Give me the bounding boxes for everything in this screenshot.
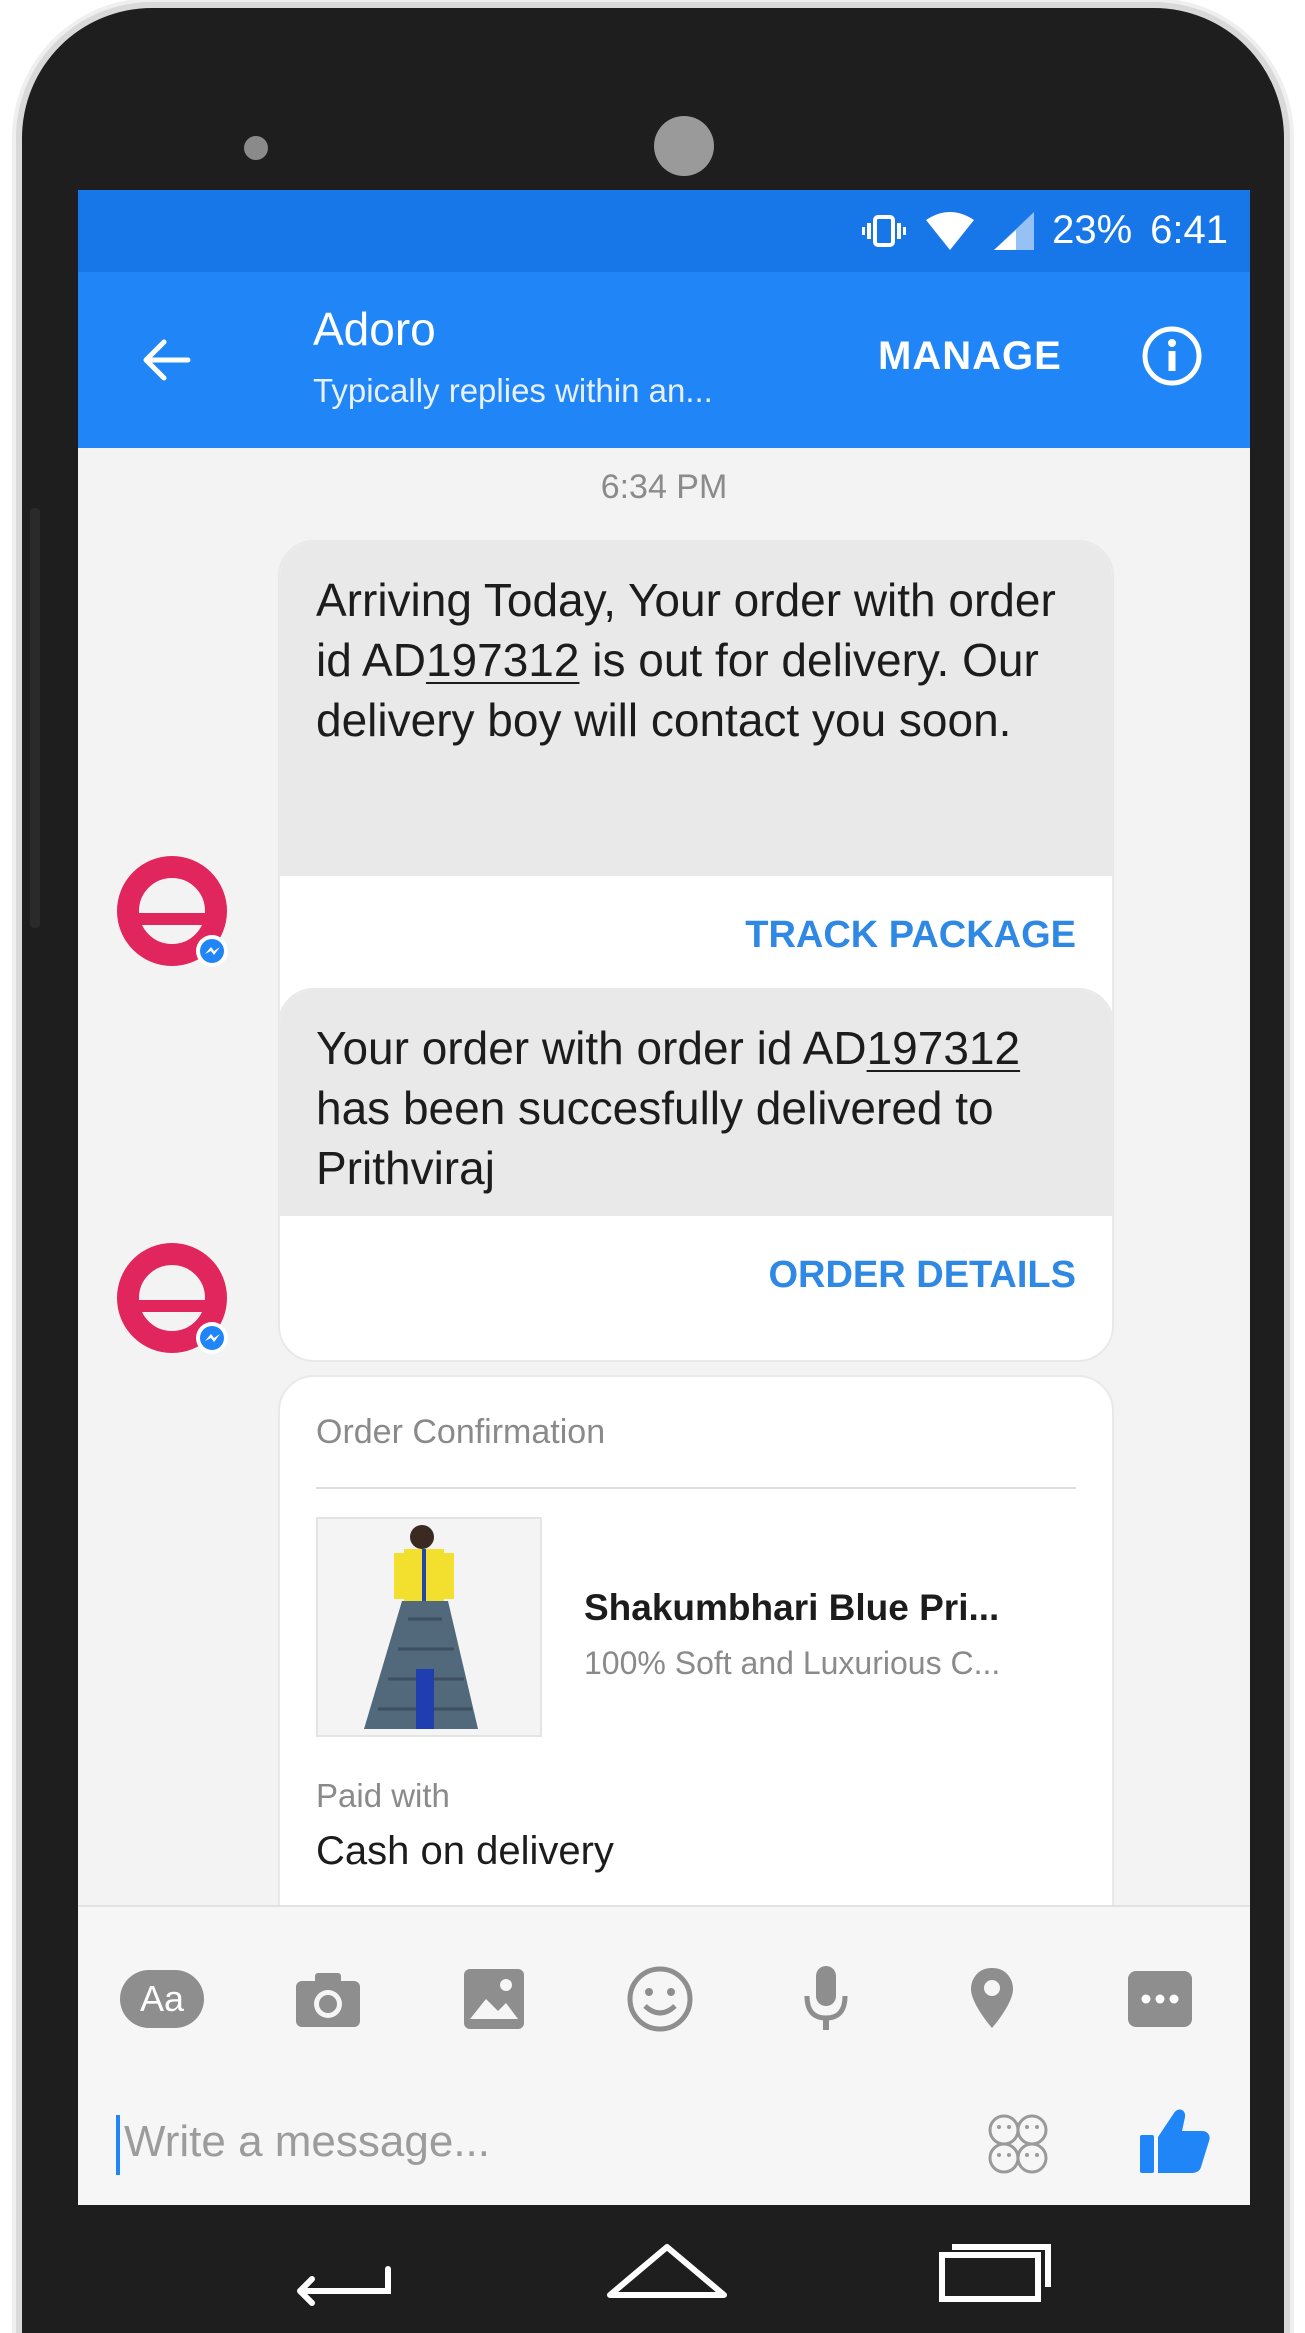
like-icon[interactable] xyxy=(1138,2103,1212,2177)
aa-icon[interactable]: Aa xyxy=(120,1957,204,2041)
message-input[interactable]: Write a message... xyxy=(116,2115,936,2177)
manage-button[interactable]: MANAGE xyxy=(878,334,1062,379)
clock: 6:41 xyxy=(1150,208,1228,252)
message-timestamp: 6:34 PM xyxy=(600,468,728,506)
signal-icon xyxy=(994,211,1035,250)
navigation-bar xyxy=(0,2205,1305,2333)
message-placeholder: Write a message... xyxy=(124,2117,490,2166)
screen: 23% 6:41 Adoro Typically replies within … xyxy=(78,190,1250,2205)
kurta-illustration xyxy=(364,1525,478,1729)
order-confirmation-card[interactable]: Order Confirmation Shakumbhari Blue Pri.… xyxy=(278,1375,1114,1975)
camera-icon[interactable] xyxy=(286,1957,370,2041)
order-number-link[interactable]: 197312 xyxy=(426,634,580,686)
recents-nav-icon[interactable] xyxy=(930,2225,1060,2315)
battery-percent: 23% xyxy=(1052,208,1133,252)
back-nav-icon[interactable] xyxy=(278,2225,408,2315)
proximity-sensor xyxy=(244,136,268,160)
receipt-title: Order Confirmation xyxy=(316,1413,606,1451)
product-image[interactable] xyxy=(316,1517,542,1737)
message-text-part: has been succesfully delivered to Prithv… xyxy=(316,1082,994,1194)
order-details-button[interactable]: ORDER DETAILS xyxy=(280,1216,1112,1334)
avatar[interactable] xyxy=(116,1242,232,1358)
microphone-icon[interactable] xyxy=(784,1957,868,2041)
status-bar: 23% 6:41 xyxy=(78,190,1250,272)
avatar[interactable] xyxy=(116,855,232,971)
app-bar: Adoro Typically replies within an... MAN… xyxy=(78,272,1250,448)
more-icon[interactable] xyxy=(1118,1957,1202,2041)
wifi-icon xyxy=(926,211,975,250)
emoji-icon[interactable] xyxy=(618,1957,702,2041)
track-package-button[interactable]: TRACK PACKAGE xyxy=(280,876,1112,994)
text-caret xyxy=(116,2115,120,2175)
message-text: Your order with order id AD197312 has be… xyxy=(280,990,1112,1216)
aa-label: Aa xyxy=(120,1970,204,2028)
product-description: 100% Soft and Luxurious C... xyxy=(584,1645,1001,1681)
payment-label: Paid with xyxy=(316,1777,450,1814)
side-button xyxy=(30,508,40,928)
back-arrow-icon[interactable] xyxy=(136,330,196,390)
page-subtitle: Typically replies within an... xyxy=(313,372,713,409)
page-title[interactable]: Adoro xyxy=(313,302,436,356)
composer: Aa Write a message... xyxy=(78,1905,1250,2205)
vibrate-icon xyxy=(862,214,907,247)
order-number-link[interactable]: 197312 xyxy=(867,1022,1021,1074)
info-icon[interactable] xyxy=(1140,324,1204,388)
product-name: Shakumbhari Blue Pri... xyxy=(584,1587,1000,1628)
message-text-part: Your order with order id AD xyxy=(316,1022,867,1074)
location-icon[interactable] xyxy=(950,1957,1034,2041)
home-nav-icon[interactable] xyxy=(602,2225,732,2315)
gallery-icon[interactable] xyxy=(452,1957,536,2041)
stickers-icon[interactable] xyxy=(986,2112,1050,2176)
front-camera xyxy=(654,116,714,176)
message-card: Your order with order id AD197312 has be… xyxy=(278,988,1114,1362)
message-text: Arriving Today, Your order with order id… xyxy=(280,542,1112,876)
payment-method: Cash on delivery xyxy=(316,1829,614,1873)
divider xyxy=(316,1487,1076,1489)
